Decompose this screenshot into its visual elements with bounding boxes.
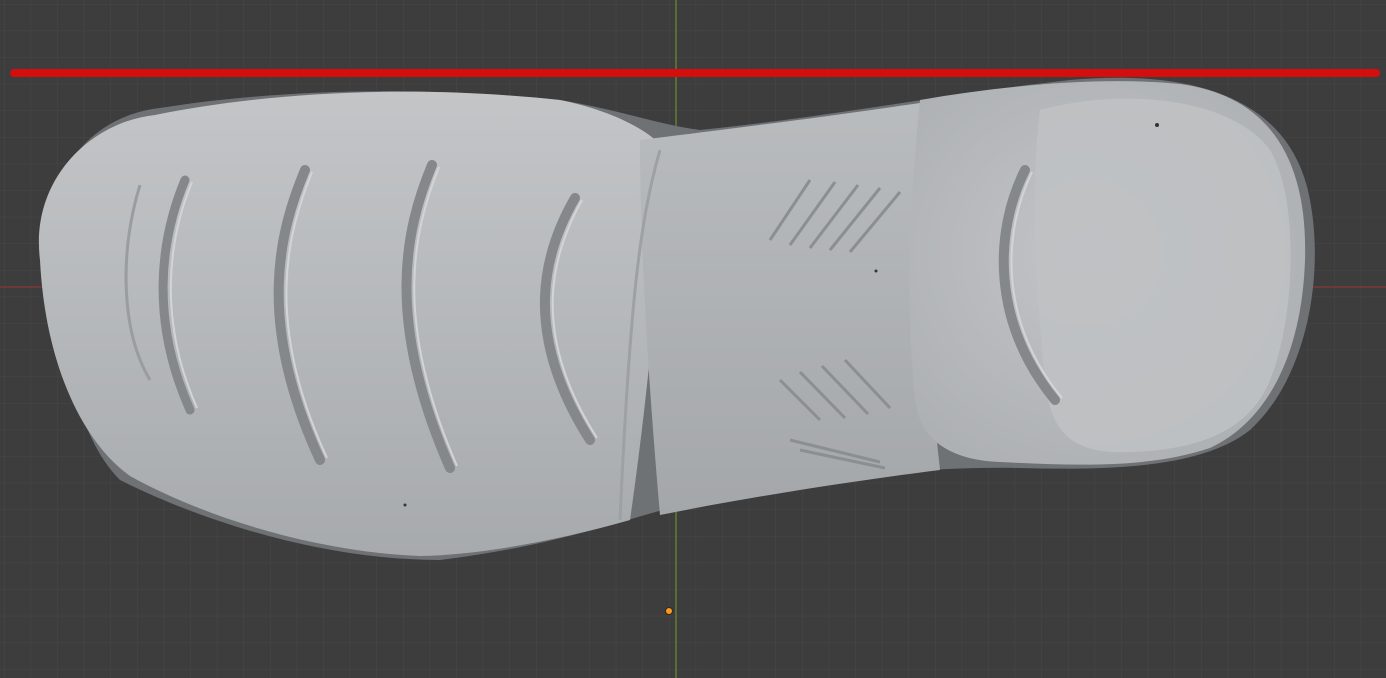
mesh-speck xyxy=(403,503,407,507)
viewport-canvas[interactable] xyxy=(0,0,1386,678)
3d-viewport[interactable] xyxy=(0,0,1386,678)
mesh-speck xyxy=(874,269,878,273)
mesh-speck xyxy=(1155,123,1159,127)
object-origin-marker[interactable] xyxy=(666,608,672,614)
sole-arch xyxy=(640,100,940,515)
heel-pad xyxy=(1034,98,1291,453)
